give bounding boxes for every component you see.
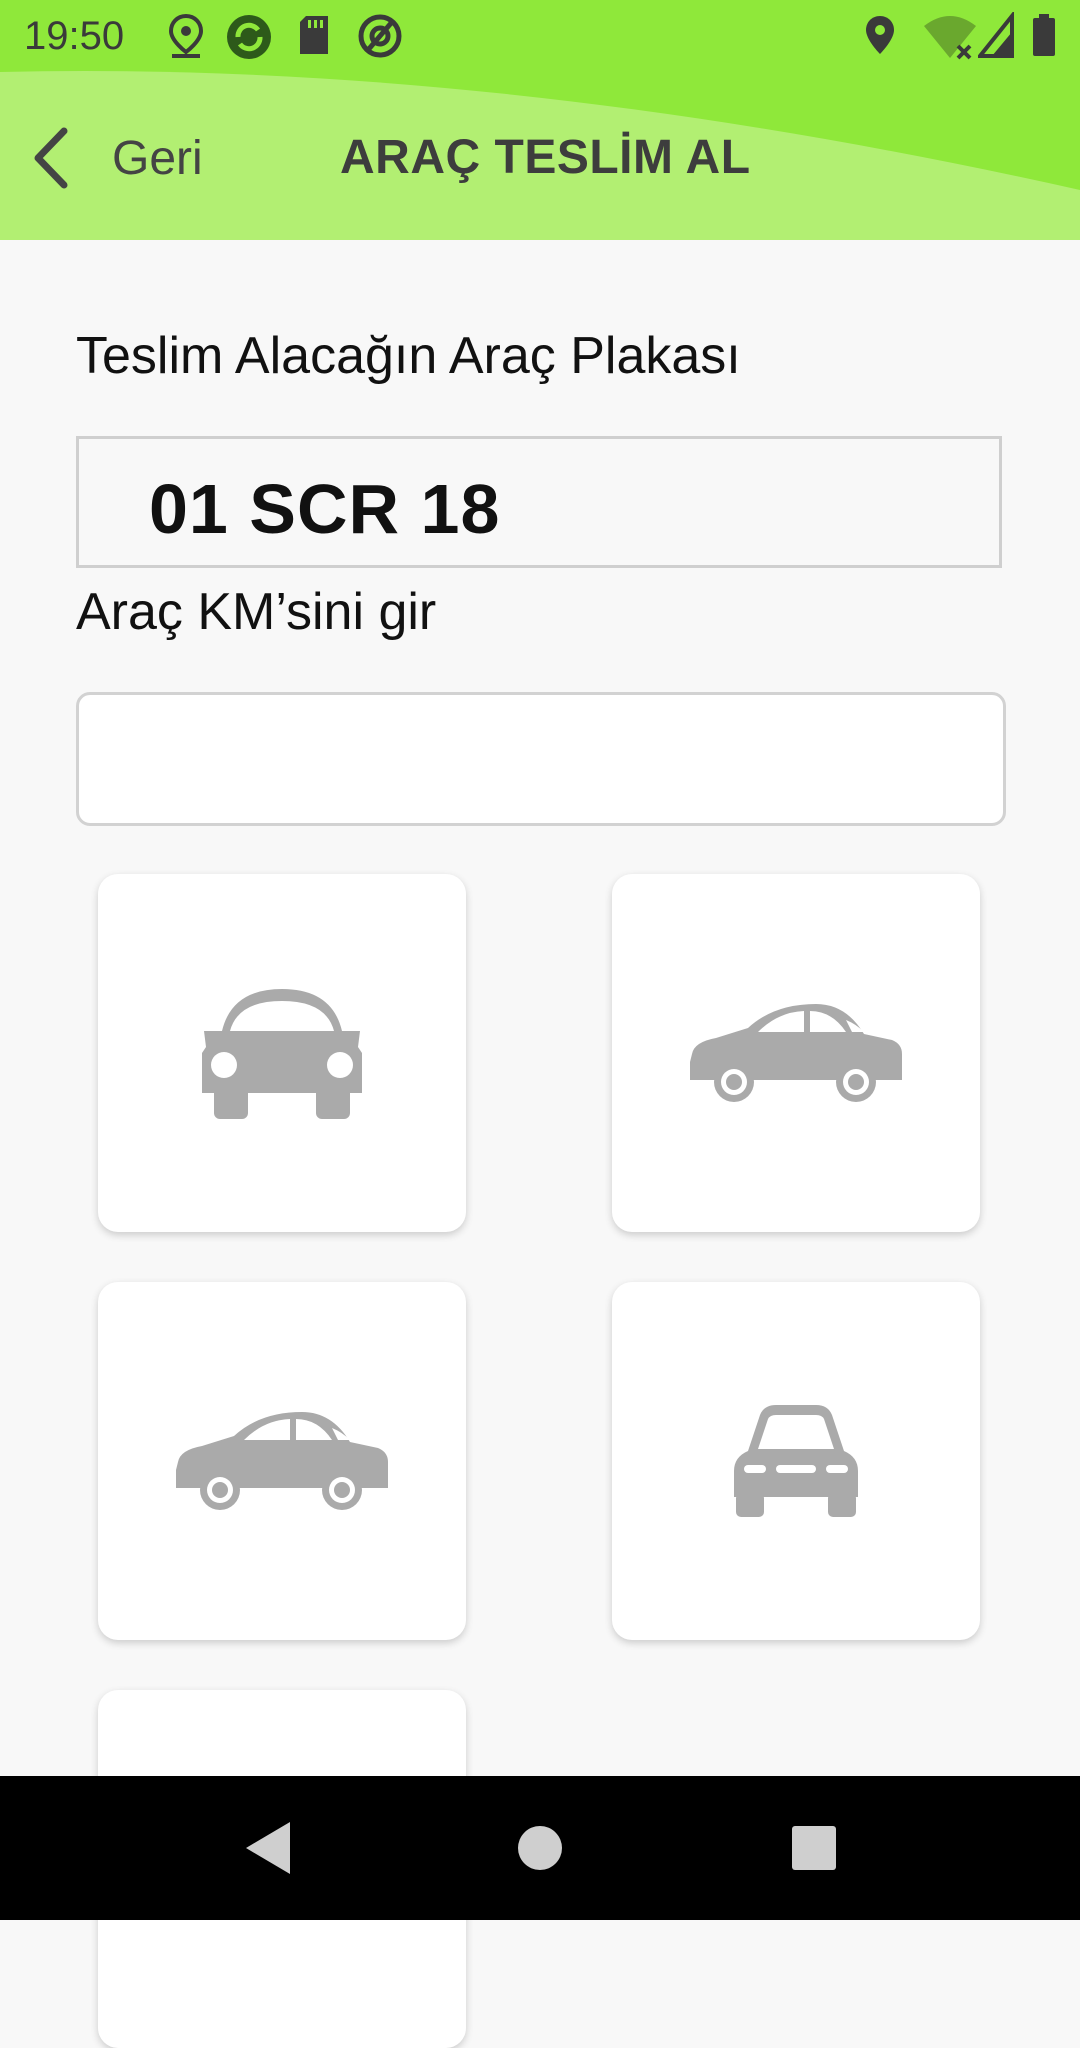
sync-app-icon xyxy=(227,15,271,59)
app-header: 19:50 Geri ARAÇ TESLİM AL xyxy=(0,0,1080,240)
recents-icon[interactable] xyxy=(784,1816,844,1880)
sd-card-icon xyxy=(300,16,328,54)
car-right-side-icon xyxy=(690,1004,902,1102)
location-pin-icon xyxy=(168,13,204,58)
wifi-off-icon xyxy=(924,16,976,60)
chevron-left-icon xyxy=(34,127,68,189)
signal-icon xyxy=(978,12,1014,58)
photo-card-rear[interactable] xyxy=(612,1282,980,1640)
back-icon[interactable] xyxy=(240,1816,300,1880)
status-time: 19:50 xyxy=(24,14,125,58)
km-input[interactable] xyxy=(76,692,1006,826)
home-icon[interactable] xyxy=(510,1816,570,1880)
back-button[interactable]: Geri xyxy=(28,118,238,198)
km-label: Araç KM’sini gir xyxy=(76,583,437,641)
plate-label: Teslim Alacağın Araç Plakası xyxy=(76,327,741,385)
back-label: Geri xyxy=(112,131,203,185)
car-front-icon xyxy=(202,989,362,1119)
at-sign-icon xyxy=(358,14,402,58)
photo-card-right-side[interactable] xyxy=(612,874,980,1232)
car-rear-icon xyxy=(734,1405,858,1517)
car-left-side-icon xyxy=(176,1412,388,1510)
status-bar: 19:50 xyxy=(0,0,1080,72)
app-bar: Geri ARAÇ TESLİM AL xyxy=(0,90,1080,220)
battery-icon xyxy=(1033,14,1055,56)
photo-card-left-side[interactable] xyxy=(98,1282,466,1640)
plate-display: 01 SCR 18 xyxy=(76,436,1002,568)
system-nav-bar xyxy=(0,1776,1080,1920)
plate-value: 01 SCR 18 xyxy=(149,470,501,548)
photo-card-front[interactable] xyxy=(98,874,466,1232)
page-title: ARAÇ TESLİM AL xyxy=(340,131,751,184)
location-pin-icon xyxy=(866,16,894,54)
